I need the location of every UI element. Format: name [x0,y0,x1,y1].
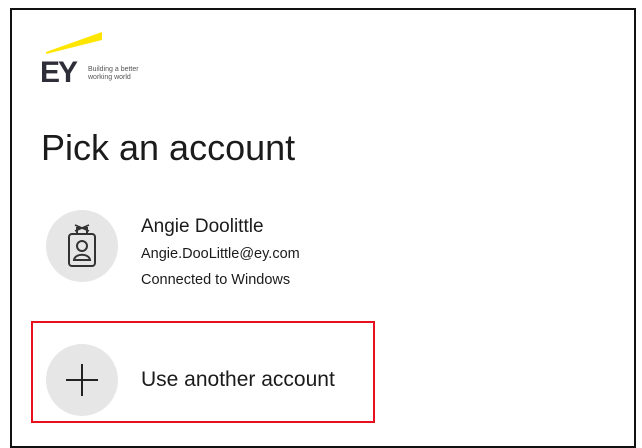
page-title: Pick an account [41,127,296,168]
ey-logo-slash-icon [46,32,102,54]
ey-logo: EY Building a better working world [40,30,200,100]
ey-logo-tagline: Building a better working world [88,66,168,82]
tagline-line-2: working world [88,74,131,81]
account-email: Angie.DooLittle@ey.com [141,246,300,262]
account-status: Connected to Windows [141,272,291,288]
id-badge-icon [68,224,96,267]
account-avatar [46,210,118,282]
tagline-line-1: Building a better [88,66,139,73]
account-name: Angie Doolittle [141,216,264,237]
highlight-annotation-box [31,321,375,423]
account-tile-angie[interactable]: Angie Doolittle Angie.DooLittle@ey.com C… [41,202,601,298]
ey-logo-text: EY [40,56,78,89]
